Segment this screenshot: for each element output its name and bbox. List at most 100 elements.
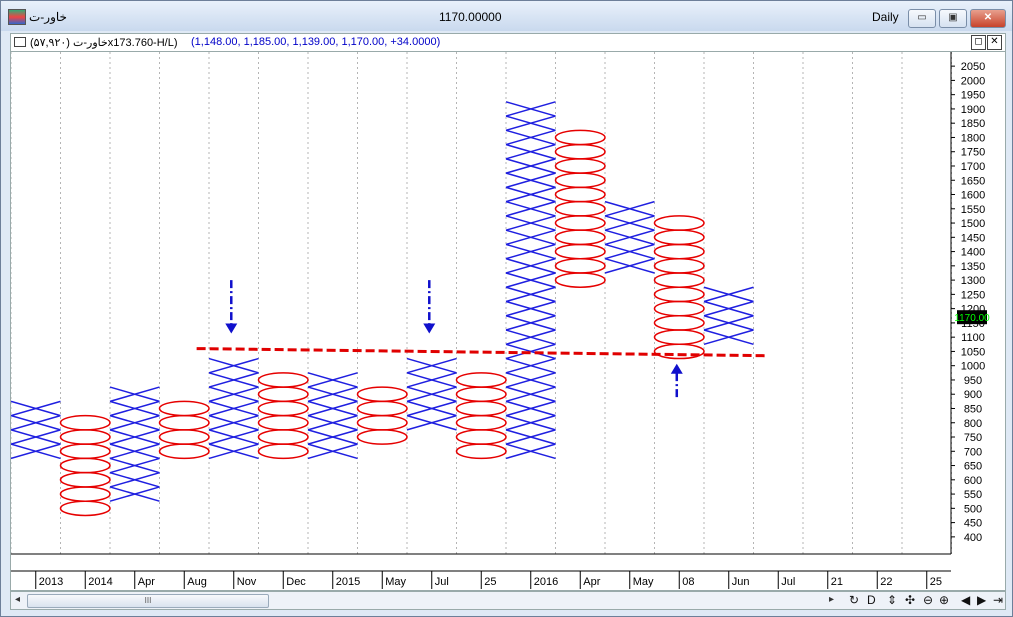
- refresh-icon[interactable]: ↻: [849, 593, 859, 607]
- pane-restore-button[interactable]: ◻: [971, 35, 986, 50]
- scroll-end-icon[interactable]: ⇥: [993, 593, 1003, 607]
- y-tick-label: 500: [964, 503, 982, 515]
- o-mark: [257, 429, 309, 445]
- y-tick-label: 1700: [961, 161, 985, 173]
- o-mark: [257, 386, 309, 403]
- y-tick-label: 900: [964, 389, 982, 401]
- o-mark: [455, 372, 507, 388]
- date-icon[interactable]: D: [867, 593, 876, 607]
- title-bar: خاور-ت 1170.00000 Daily ▭ ▣ ✕: [1, 1, 1012, 31]
- chart-icon: [14, 37, 26, 47]
- y-tick-label: 1650: [961, 175, 985, 187]
- o-mark: [455, 443, 507, 460]
- o-mark: [455, 414, 507, 431]
- y-tick-label: 1050: [961, 346, 985, 358]
- chart-info-bar: خاور-ت (۵۷,۹۲۰)x173.760-H/L) (1,148.00, …: [10, 33, 1006, 52]
- info-box-reversal: x173.760-H/L): [107, 37, 178, 49]
- restore-button[interactable]: ▣: [939, 9, 967, 28]
- y-tick-label: 1100: [961, 332, 985, 344]
- x-tick-label: 22: [880, 576, 892, 588]
- o-mark: [59, 429, 111, 445]
- y-tick-label: 950: [964, 375, 982, 387]
- o-mark: [554, 172, 606, 189]
- scroll-back-icon[interactable]: ◀: [961, 593, 970, 607]
- o-mark: [356, 386, 408, 403]
- y-tick-label: 1400: [961, 247, 985, 259]
- x-axis-band: [11, 554, 1005, 590]
- point-figure-chart[interactable]: 400 450 500 550 600 650 700 750 800 850 900 950 1000…: [11, 52, 1005, 590]
- support-trendline: [196, 347, 766, 358]
- y-tick-label: 650: [964, 461, 982, 473]
- y-tick-label: 1550: [961, 204, 985, 216]
- o-mark: [653, 215, 705, 231]
- x-tick-label: Aug: [187, 576, 207, 588]
- x-tick-label: Nov: [237, 576, 257, 588]
- chart-app-icon: [8, 9, 26, 25]
- o-mark: [554, 243, 606, 260]
- y-tick-label: 750: [964, 432, 982, 444]
- arrow-head: [225, 323, 238, 334]
- o-mark: [356, 414, 408, 431]
- vertical-zoom-icon[interactable]: ⇕: [887, 593, 897, 607]
- o-mark: [158, 414, 210, 431]
- zoom-out-icon[interactable]: ⊖: [923, 593, 933, 607]
- x-tick-label: 2014: [88, 576, 112, 588]
- y-tick-label: 850: [964, 403, 982, 415]
- chart-area[interactable]: 400 450 500 550 600 650 700 750 800 850 900 950 1000…: [10, 51, 1006, 591]
- x-tick-label: Jul: [781, 576, 795, 588]
- scroll-right-icon[interactable]: ▸: [829, 594, 834, 605]
- o-mark: [356, 400, 408, 417]
- x-tick-label: 2016: [534, 576, 558, 588]
- o-mark: [653, 257, 705, 274]
- arrow-head: [423, 323, 436, 334]
- x-tick-label: 21: [831, 576, 843, 588]
- o-mark: [356, 429, 408, 445]
- chart-window: خاور-ت 1170.00000 Daily ▭ ▣ ✕ خاور-ت (۵۷…: [0, 0, 1013, 617]
- o-mark: [653, 300, 705, 317]
- y-tick-label: 1300: [961, 275, 985, 287]
- current-price-title: 1170.00000: [439, 10, 502, 24]
- y-tick-label: 1950: [961, 90, 985, 102]
- arrow-head: [670, 363, 683, 374]
- o-mark: [257, 372, 309, 388]
- zoom-in-icon[interactable]: ⊕: [939, 593, 949, 607]
- o-mark: [653, 343, 705, 360]
- y-tick-label: 800: [964, 418, 982, 430]
- y-tick-label: 2050: [961, 61, 985, 73]
- o-mark: [158, 429, 210, 445]
- y-tick-label: 400: [964, 532, 982, 544]
- scroll-forward-icon[interactable]: ▶: [977, 593, 986, 607]
- pane-close-button[interactable]: ✕: [987, 35, 1002, 50]
- move-icon[interactable]: ✣: [905, 593, 915, 607]
- x-tick-label: 25: [484, 576, 496, 588]
- o-mark: [653, 286, 705, 303]
- minimize-button[interactable]: ▭: [908, 9, 936, 28]
- window-title: خاور-ت: [29, 10, 67, 24]
- o-mark: [158, 443, 210, 460]
- info-ohlc-values: (1,148.00, 1,185.00, 1,139.00, 1,170.00,…: [191, 36, 441, 48]
- o-mark: [257, 414, 309, 431]
- x-tick-label: Apr: [138, 576, 155, 588]
- y-tick-label: 600: [964, 475, 982, 487]
- o-mark: [455, 429, 507, 445]
- y-tick-label: 1250: [961, 289, 985, 301]
- y-tick-label: 700: [964, 446, 982, 458]
- o-mark: [554, 143, 606, 160]
- o-mark: [653, 243, 705, 260]
- y-tick-label: 2000: [961, 75, 985, 87]
- y-tick-label: 450: [964, 518, 982, 530]
- o-mark: [59, 486, 111, 502]
- scroll-left-icon[interactable]: ◂: [15, 594, 20, 605]
- o-mark: [554, 272, 606, 288]
- o-mark: [554, 129, 606, 146]
- o-mark: [59, 500, 111, 517]
- close-button[interactable]: ✕: [970, 9, 1006, 28]
- scroll-thumb[interactable]: III: [27, 594, 269, 608]
- last-price-label: 1170.00: [954, 313, 990, 324]
- o-mark: [554, 215, 606, 231]
- x-tick-label: 25: [930, 576, 942, 588]
- horizontal-scrollbar[interactable]: ◂ III ▸ ↻ D ⇕ ✣ ⊖ ⊕ ◀ ▶ ⇥: [10, 591, 1006, 610]
- o-mark: [653, 229, 705, 246]
- y-tick-label: 1500: [961, 218, 985, 230]
- o-mark: [257, 400, 309, 417]
